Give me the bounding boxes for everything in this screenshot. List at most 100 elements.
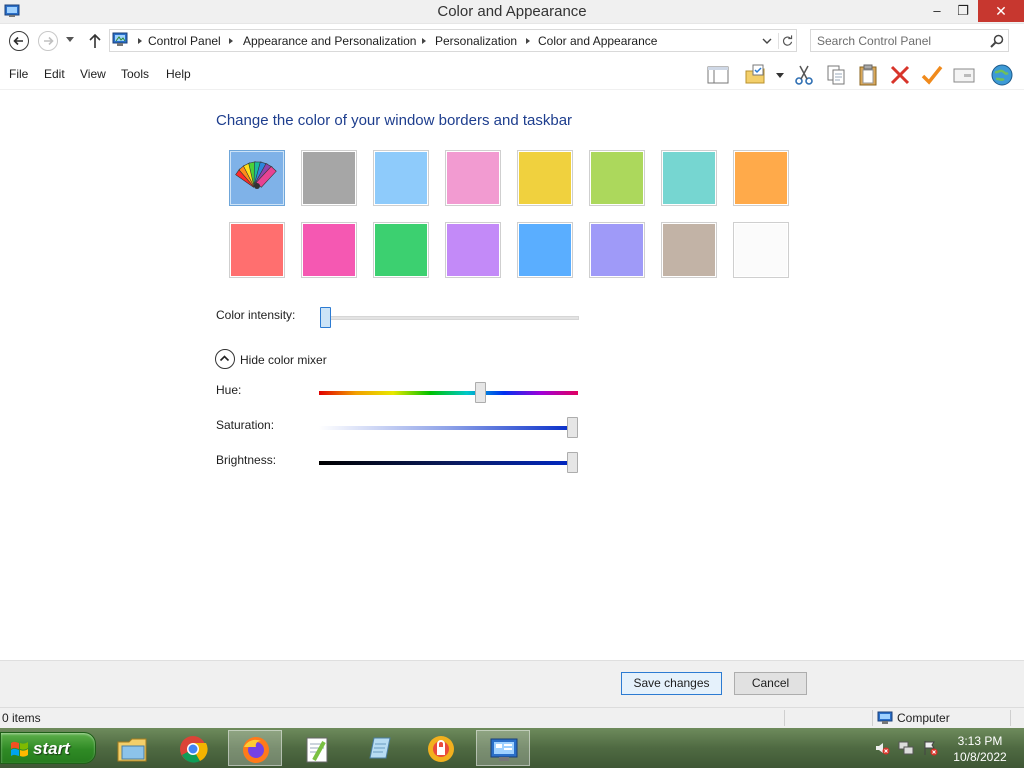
color-swatch-white[interactable] — [733, 222, 789, 278]
computer-icon — [877, 711, 893, 724]
taskbar-file-explorer[interactable] — [104, 730, 158, 766]
color-swatch-lime[interactable] — [589, 150, 645, 206]
swatch-fill — [591, 152, 643, 204]
start-button[interactable]: start — [0, 732, 96, 764]
firefox-icon — [243, 737, 269, 763]
taskbar: start 3:13 PM 10/8/2022 — [0, 728, 1024, 768]
color-swatch-green[interactable] — [373, 222, 429, 278]
color-swatch-yellow[interactable] — [517, 150, 573, 206]
color-swatch-teal[interactable] — [661, 150, 717, 206]
hue-slider[interactable] — [475, 382, 487, 403]
taskbar-notepad[interactable] — [352, 730, 406, 766]
hue-label: Hue: — [216, 383, 242, 397]
color-swatch-orange[interactable] — [733, 150, 789, 206]
swatch-fill — [735, 152, 787, 204]
swatch-fill — [663, 224, 715, 276]
brightness-track[interactable] — [319, 461, 578, 465]
page-heading: Change the color of your window borders … — [216, 112, 573, 129]
action-center-flag-icon[interactable] — [922, 740, 938, 756]
swatch-fill — [231, 152, 283, 204]
hide-color-mixer-label[interactable]: Hide color mixer — [240, 353, 327, 367]
refresh-icon[interactable] — [778, 33, 794, 49]
hue-track[interactable] — [319, 391, 578, 395]
breadcrumb-separator[interactable] — [229, 38, 233, 44]
breadcrumb-appearance-personalization[interactable]: Appearance and Personalization — [243, 34, 416, 48]
color-swatch-periwinkle[interactable] — [589, 222, 645, 278]
menu-file[interactable]: File — [9, 67, 28, 81]
color-swatch-sky-blue[interactable] — [373, 150, 429, 206]
color-swatch-magenta[interactable] — [301, 222, 357, 278]
address-bar[interactable]: Control Panel Appearance and Personaliza… — [109, 29, 797, 52]
folder-icon — [117, 738, 147, 762]
breadcrumb-separator[interactable] — [526, 38, 530, 44]
color-palette-icon — [235, 161, 277, 189]
breadcrumb-personalization[interactable]: Personalization — [435, 34, 517, 48]
taskbar-control-panel[interactable] — [476, 730, 530, 766]
menu-tools[interactable]: Tools — [121, 67, 149, 81]
security-shield-icon — [428, 736, 454, 762]
search-input[interactable] — [817, 32, 977, 49]
brightness-slider[interactable] — [567, 452, 578, 473]
swatch-fill — [231, 224, 283, 276]
taskbar-security[interactable] — [414, 730, 468, 766]
color-swatch-violet[interactable] — [445, 222, 501, 278]
location-label: Computer — [897, 711, 950, 725]
menu-edit[interactable]: Edit — [44, 67, 65, 81]
saturation-track[interactable] — [319, 426, 578, 430]
recent-locations-dropdown-icon[interactable] — [66, 37, 74, 42]
color-swatch-automatic[interactable] — [229, 150, 285, 206]
folder-options-icon[interactable] — [744, 63, 768, 87]
properties-icon[interactable] — [952, 63, 976, 87]
swatch-fill — [735, 224, 787, 276]
breadcrumb-color-appearance[interactable]: Color and Appearance — [538, 34, 657, 48]
menu-toolbar-row: File Edit View Tools Help — [0, 58, 1024, 90]
saturation-slider[interactable] — [567, 417, 578, 438]
taskbar-notepad-plus-plus[interactable] — [290, 730, 344, 766]
chevron-up-icon — [219, 355, 230, 362]
color-intensity-track[interactable] — [320, 316, 579, 320]
chevron-down-icon[interactable] — [760, 34, 774, 48]
saturation-label: Saturation: — [216, 418, 275, 432]
color-swatch-taupe[interactable] — [661, 222, 717, 278]
hide-color-mixer-toggle[interactable] — [215, 349, 235, 369]
breadcrumb-separator[interactable] — [138, 38, 142, 44]
volume-muted-icon[interactable] — [874, 740, 890, 756]
color-swatch-blue[interactable] — [517, 222, 573, 278]
paste-icon[interactable] — [856, 63, 880, 87]
globe-icon[interactable] — [990, 63, 1014, 87]
system-clock[interactable]: 3:13 PM 10/8/2022 — [946, 733, 1014, 765]
network-icon[interactable] — [898, 740, 914, 756]
forward-button[interactable] — [38, 31, 58, 51]
search-icon[interactable] — [989, 33, 1005, 49]
copy-icon[interactable] — [824, 63, 848, 87]
control-panel-icon — [112, 32, 128, 46]
search-box[interactable] — [810, 29, 1009, 52]
swatch-fill — [303, 224, 355, 276]
taskbar-chrome[interactable] — [166, 730, 220, 766]
menu-view[interactable]: View — [80, 67, 106, 81]
title-bar: Color and Appearance – ❐ ✕ — [0, 0, 1024, 24]
color-swatch-red[interactable] — [229, 222, 285, 278]
cut-icon[interactable] — [792, 63, 816, 87]
layout-icon[interactable] — [706, 63, 730, 87]
taskbar-firefox[interactable] — [228, 730, 282, 766]
cancel-button[interactable]: Cancel — [734, 672, 807, 695]
breadcrumb-control-panel[interactable]: Control Panel — [148, 34, 221, 48]
menu-help[interactable]: Help — [166, 67, 191, 81]
back-button[interactable] — [9, 31, 29, 51]
check-icon[interactable] — [920, 63, 944, 87]
maximize-button[interactable]: ❐ — [950, 0, 976, 22]
up-arrow-icon[interactable] — [87, 32, 103, 50]
close-button[interactable]: ✕ — [978, 0, 1024, 22]
minimize-button[interactable]: – — [924, 0, 950, 22]
arrow-left-icon — [13, 36, 23, 46]
color-swatch-sky-gray[interactable] — [301, 150, 357, 206]
view-options-dropdown-icon[interactable] — [776, 73, 784, 78]
breadcrumb-separator[interactable] — [422, 38, 426, 44]
window-title: Color and Appearance — [437, 3, 587, 20]
color-intensity-slider[interactable] — [320, 307, 331, 328]
delete-icon[interactable] — [888, 63, 912, 87]
save-changes-button[interactable]: Save changes — [621, 672, 722, 695]
action-bar: Save changes Cancel — [0, 660, 1024, 707]
color-swatch-pink[interactable] — [445, 150, 501, 206]
